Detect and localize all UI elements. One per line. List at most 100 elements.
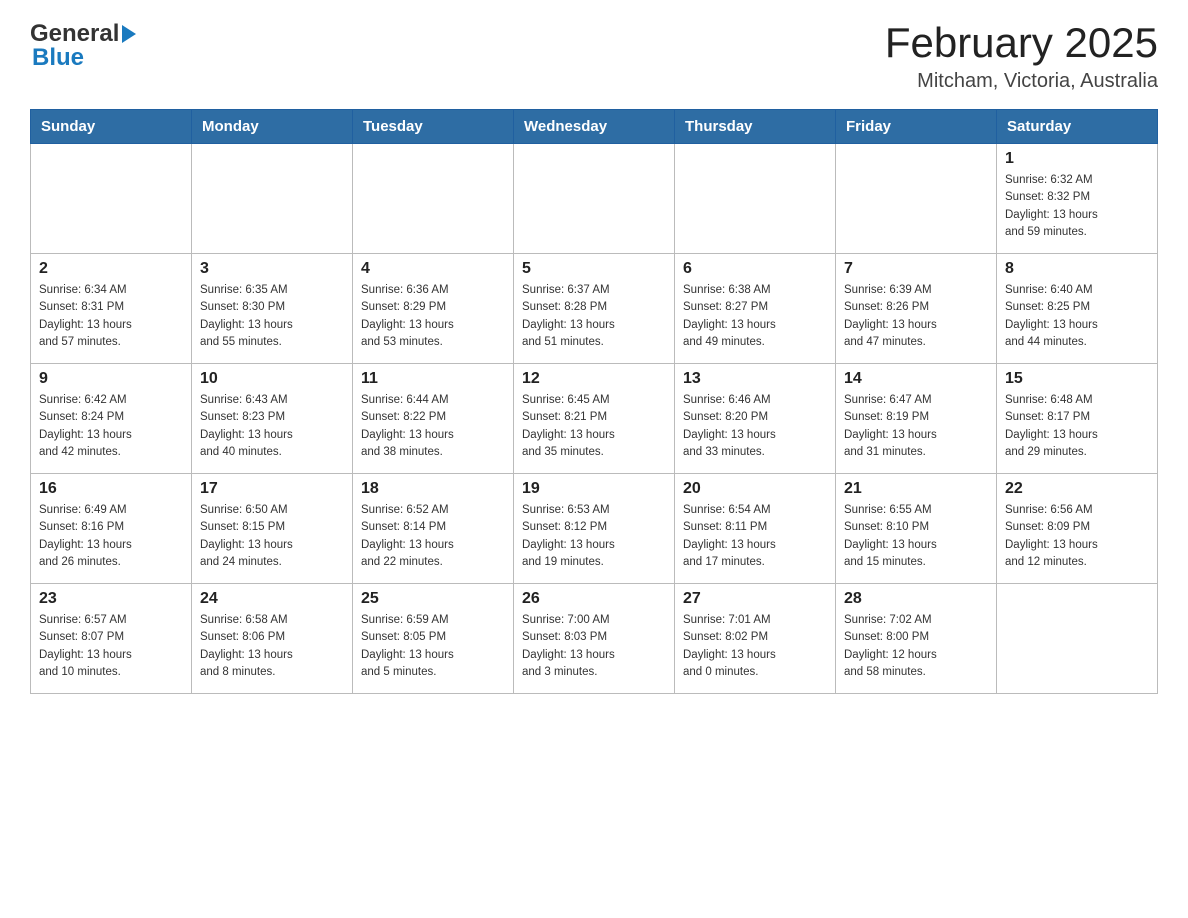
- calendar-cell: [514, 144, 675, 254]
- day-info: Sunrise: 6:58 AM Sunset: 8:06 PM Dayligh…: [200, 612, 344, 681]
- week-row-2: 2 Sunrise: 6:34 AM Sunset: 8:31 PM Daylig…: [31, 254, 1158, 364]
- calendar-cell: 28 Sunrise: 7:02 AM Sunset: 8:00 PM Dayli…: [836, 584, 997, 694]
- day-info: Sunrise: 6:39 AM Sunset: 8:26 PM Dayligh…: [844, 282, 988, 351]
- calendar-cell: 1 Sunrise: 6:32 AM Sunset: 8:32 PM Daylig…: [997, 144, 1158, 254]
- calendar-cell: 17 Sunrise: 6:50 AM Sunset: 8:15 PM Dayli…: [192, 474, 353, 584]
- day-info: Sunrise: 6:44 AM Sunset: 8:22 PM Dayligh…: [361, 392, 505, 461]
- week-row-4: 16Sunrise: 6:49 AM Sunset: 8:16 PM Dayli…: [31, 474, 1158, 584]
- day-number: 14: [844, 370, 988, 388]
- day-number: 9: [39, 370, 183, 388]
- week-row-3: 9 Sunrise: 6:42 AM Sunset: 8:24 PM Daylig…: [31, 364, 1158, 474]
- day-info: Sunrise: 6:46 AM Sunset: 8:20 PM Dayligh…: [683, 392, 827, 461]
- calendar-cell: 3 Sunrise: 6:35 AM Sunset: 8:30 PM Daylig…: [192, 254, 353, 364]
- calendar-cell: 14 Sunrise: 6:47 AM Sunset: 8:19 PM Dayli…: [836, 364, 997, 474]
- calendar-cell: 21Sunrise: 6:55 AM Sunset: 8:10 PM Dayli…: [836, 474, 997, 584]
- calendar-cell: 23 Sunrise: 6:57 AM Sunset: 8:07 PM Dayli…: [31, 584, 192, 694]
- day-number: 7: [844, 260, 988, 278]
- day-number: 27: [683, 590, 827, 608]
- day-info: Sunrise: 6:57 AM Sunset: 8:07 PM Dayligh…: [39, 612, 183, 681]
- calendar-cell: 27 Sunrise: 7:01 AM Sunset: 8:02 PM Dayli…: [675, 584, 836, 694]
- header-friday: Friday: [836, 110, 997, 144]
- day-info: Sunrise: 6:47 AM Sunset: 8:19 PM Dayligh…: [844, 392, 988, 461]
- title-block: February 2025 Mitcham, Victoria, Austral…: [885, 20, 1158, 93]
- calendar-cell: 4 Sunrise: 6:36 AM Sunset: 8:29 PM Daylig…: [353, 254, 514, 364]
- day-info: Sunrise: 6:50 AM Sunset: 8:15 PM Dayligh…: [200, 502, 344, 571]
- day-number: 19: [522, 480, 666, 498]
- day-info: Sunrise: 6:48 AM Sunset: 8:17 PM Dayligh…: [1005, 392, 1149, 461]
- day-number: 17: [200, 480, 344, 498]
- day-number: 25: [361, 590, 505, 608]
- day-info: Sunrise: 6:35 AM Sunset: 8:30 PM Dayligh…: [200, 282, 344, 351]
- logo-blue-text: Blue: [32, 44, 84, 72]
- day-info: Sunrise: 6:40 AM Sunset: 8:25 PM Dayligh…: [1005, 282, 1149, 351]
- day-number: 10: [200, 370, 344, 388]
- day-number: 8: [1005, 260, 1149, 278]
- calendar-cell: 16Sunrise: 6:49 AM Sunset: 8:16 PM Dayli…: [31, 474, 192, 584]
- header-saturday: Saturday: [997, 110, 1158, 144]
- day-number: 5: [522, 260, 666, 278]
- calendar-cell: 22 Sunrise: 6:56 AM Sunset: 8:09 PM Dayli…: [997, 474, 1158, 584]
- day-info: Sunrise: 7:02 AM Sunset: 8:00 PM Dayligh…: [844, 612, 988, 681]
- day-number: 20: [683, 480, 827, 498]
- calendar-cell: 20Sunrise: 6:54 AM Sunset: 8:11 PM Dayli…: [675, 474, 836, 584]
- day-number: 3: [200, 260, 344, 278]
- day-info: Sunrise: 6:36 AM Sunset: 8:29 PM Dayligh…: [361, 282, 505, 351]
- day-number: 11: [361, 370, 505, 388]
- calendar-table: Sunday Monday Tuesday Wednesday Thursday…: [30, 109, 1158, 694]
- page-header: General Blue February 2025 Mitcham, Vict…: [30, 20, 1158, 93]
- day-number: 2: [39, 260, 183, 278]
- day-info: Sunrise: 6:55 AM Sunset: 8:10 PM Dayligh…: [844, 502, 988, 571]
- calendar-cell: 26Sunrise: 7:00 AM Sunset: 8:03 PM Dayli…: [514, 584, 675, 694]
- calendar-cell: 6 Sunrise: 6:38 AM Sunset: 8:27 PM Daylig…: [675, 254, 836, 364]
- header-monday: Monday: [192, 110, 353, 144]
- day-info: Sunrise: 6:32 AM Sunset: 8:32 PM Dayligh…: [1005, 172, 1149, 241]
- day-number: 1: [1005, 150, 1149, 168]
- day-info: Sunrise: 7:01 AM Sunset: 8:02 PM Dayligh…: [683, 612, 827, 681]
- day-info: Sunrise: 6:43 AM Sunset: 8:23 PM Dayligh…: [200, 392, 344, 461]
- calendar-cell: 11 Sunrise: 6:44 AM Sunset: 8:22 PM Dayli…: [353, 364, 514, 474]
- header-wednesday: Wednesday: [514, 110, 675, 144]
- day-info: Sunrise: 6:42 AM Sunset: 8:24 PM Dayligh…: [39, 392, 183, 461]
- calendar-cell: 8 Sunrise: 6:40 AM Sunset: 8:25 PM Daylig…: [997, 254, 1158, 364]
- calendar-cell: 13 Sunrise: 6:46 AM Sunset: 8:20 PM Dayli…: [675, 364, 836, 474]
- day-number: 16: [39, 480, 183, 498]
- calendar-cell: 18 Sunrise: 6:52 AM Sunset: 8:14 PM Dayli…: [353, 474, 514, 584]
- day-info: Sunrise: 6:38 AM Sunset: 8:27 PM Dayligh…: [683, 282, 827, 351]
- calendar-cell: 12Sunrise: 6:45 AM Sunset: 8:21 PM Dayli…: [514, 364, 675, 474]
- calendar-cell: 10 Sunrise: 6:43 AM Sunset: 8:23 PM Dayli…: [192, 364, 353, 474]
- day-info: Sunrise: 6:34 AM Sunset: 8:31 PM Dayligh…: [39, 282, 183, 351]
- calendar-cell: 5Sunrise: 6:37 AM Sunset: 8:28 PM Daylig…: [514, 254, 675, 364]
- calendar-subtitle: Mitcham, Victoria, Australia: [885, 70, 1158, 93]
- day-info: Sunrise: 6:56 AM Sunset: 8:09 PM Dayligh…: [1005, 502, 1149, 571]
- calendar-cell: 19 Sunrise: 6:53 AM Sunset: 8:12 PM Dayli…: [514, 474, 675, 584]
- day-number: 12: [522, 370, 666, 388]
- calendar-cell: 24 Sunrise: 6:58 AM Sunset: 8:06 PM Dayli…: [192, 584, 353, 694]
- week-row-1: 1 Sunrise: 6:32 AM Sunset: 8:32 PM Daylig…: [31, 144, 1158, 254]
- day-info: Sunrise: 6:52 AM Sunset: 8:14 PM Dayligh…: [361, 502, 505, 571]
- calendar-cell: [997, 584, 1158, 694]
- day-number: 24: [200, 590, 344, 608]
- day-number: 28: [844, 590, 988, 608]
- day-number: 18: [361, 480, 505, 498]
- header-tuesday: Tuesday: [353, 110, 514, 144]
- calendar-header-row: Sunday Monday Tuesday Wednesday Thursday…: [31, 110, 1158, 144]
- calendar-cell: 9 Sunrise: 6:42 AM Sunset: 8:24 PM Daylig…: [31, 364, 192, 474]
- calendar-title: February 2025: [885, 20, 1158, 66]
- day-number: 22: [1005, 480, 1149, 498]
- calendar-cell: 7 Sunrise: 6:39 AM Sunset: 8:26 PM Daylig…: [836, 254, 997, 364]
- calendar-cell: [31, 144, 192, 254]
- week-row-5: 23 Sunrise: 6:57 AM Sunset: 8:07 PM Dayli…: [31, 584, 1158, 694]
- calendar-cell: 15Sunrise: 6:48 AM Sunset: 8:17 PM Dayli…: [997, 364, 1158, 474]
- day-info: Sunrise: 6:53 AM Sunset: 8:12 PM Dayligh…: [522, 502, 666, 571]
- calendar-cell: [192, 144, 353, 254]
- calendar-cell: 2 Sunrise: 6:34 AM Sunset: 8:31 PM Daylig…: [31, 254, 192, 364]
- day-number: 13: [683, 370, 827, 388]
- calendar-cell: [675, 144, 836, 254]
- logo: General Blue: [30, 20, 136, 72]
- day-number: 23: [39, 590, 183, 608]
- day-number: 4: [361, 260, 505, 278]
- day-number: 6: [683, 260, 827, 278]
- header-thursday: Thursday: [675, 110, 836, 144]
- calendar-cell: [836, 144, 997, 254]
- header-sunday: Sunday: [31, 110, 192, 144]
